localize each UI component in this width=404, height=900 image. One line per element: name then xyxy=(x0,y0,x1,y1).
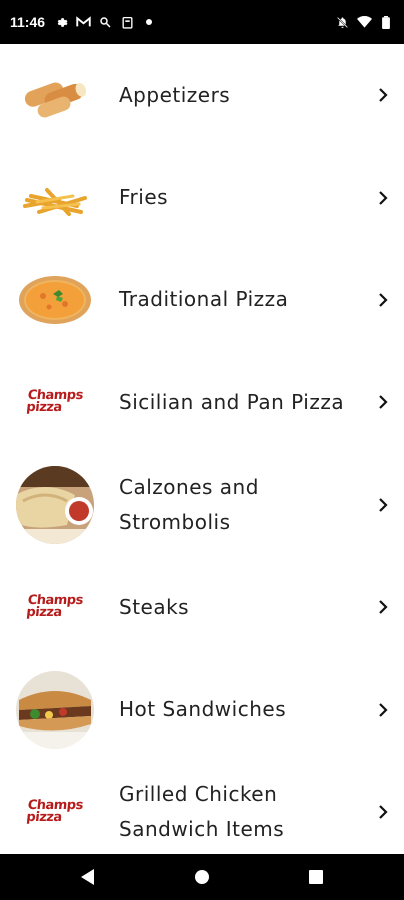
wifi-icon xyxy=(356,14,372,30)
chevron-right-icon xyxy=(379,497,388,512)
menu-item-label: Calzones and Strombolis xyxy=(119,474,259,534)
menu-item-label: Fries xyxy=(119,185,169,210)
menu-item-label: Appetizers xyxy=(119,82,231,107)
recents-button[interactable] xyxy=(296,857,336,897)
gmail-icon xyxy=(75,14,91,30)
fries-image xyxy=(15,158,95,238)
menu-item-appetizers[interactable]: Appetizers xyxy=(0,44,404,146)
recents-square-icon xyxy=(309,870,323,884)
chevron-right-icon xyxy=(379,805,388,819)
champs-pizza-logo: Champs pizza xyxy=(26,593,85,621)
menu-category-list: Appetizers Fries Traditional Pizza Champ… xyxy=(0,44,404,854)
menu-item-label: Grilled Chicken Sandwich Items xyxy=(119,781,285,841)
notifications-off-icon xyxy=(334,14,350,30)
status-bar: 11:46 xyxy=(0,0,404,44)
chevron-right-icon xyxy=(379,600,388,614)
menu-item-label: Traditional Pizza xyxy=(119,287,289,312)
chevron-right-icon xyxy=(379,190,388,205)
status-time: 11:46 xyxy=(10,14,46,30)
champs-pizza-logo: Champs pizza xyxy=(26,388,85,416)
menu-item-fries[interactable]: Fries xyxy=(0,146,404,248)
sandwich-image xyxy=(15,670,95,750)
navigation-bar xyxy=(0,854,404,900)
menu-item-label: Sicilian and Pan Pizza xyxy=(119,389,345,414)
clipboard-icon xyxy=(119,14,135,30)
home-circle-icon xyxy=(195,870,209,884)
menu-item-hot-sandwiches[interactable]: Hot Sandwiches xyxy=(0,658,404,760)
menu-item-label: Hot Sandwiches xyxy=(119,697,287,722)
menu-item-steaks[interactable]: Champs pizza Steaks xyxy=(0,556,404,658)
champs-pizza-logo: Champs pizza xyxy=(26,797,85,825)
menu-item-label: Steaks xyxy=(119,594,190,619)
menu-item-traditional-pizza[interactable]: Traditional Pizza xyxy=(0,249,404,351)
home-button[interactable] xyxy=(182,857,222,897)
settings-icon xyxy=(53,14,69,30)
back-triangle-icon xyxy=(81,869,94,885)
battery-icon xyxy=(378,14,394,30)
chevron-right-icon xyxy=(379,88,388,102)
back-button[interactable] xyxy=(68,857,108,897)
mozzarella-sticks-image xyxy=(15,55,95,135)
menu-item-grilled-chicken-sandwich-items[interactable]: Champs pizza Grilled Chicken Sandwich Ite… xyxy=(0,761,404,854)
chevron-right-icon xyxy=(379,395,388,410)
chevron-right-icon xyxy=(379,702,388,717)
notification-dot-icon xyxy=(141,14,157,30)
calzone-image xyxy=(15,465,95,545)
pizza-image xyxy=(15,260,95,340)
menu-item-calzones-and-strombolis[interactable]: Calzones and Strombolis xyxy=(0,454,404,556)
search-icon xyxy=(97,14,113,30)
menu-item-sicilian-and-pan-pizza[interactable]: Champs pizza Sicilian and Pan Pizza xyxy=(0,351,404,453)
chevron-right-icon xyxy=(379,293,388,307)
